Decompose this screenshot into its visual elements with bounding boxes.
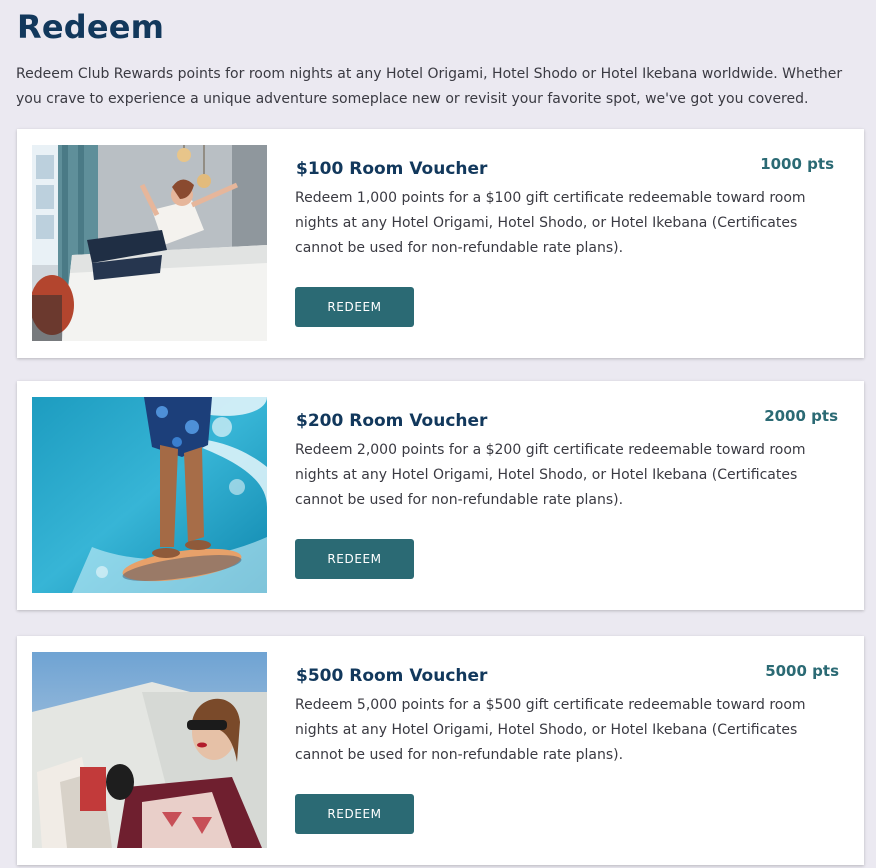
reward-card-100: $100 Room Voucher 1000 pts Redeem 1,000 … [17,129,864,358]
redeem-button[interactable]: REDEEM [295,794,414,834]
page-title: Redeem [17,8,165,46]
reward-card-200: $200 Room Voucher 2000 pts Redeem 2,000 … [17,381,864,610]
shopping-photo [32,652,267,848]
points-cost: 2000 pts [764,407,838,425]
reward-description: Redeem 2,000 points for a $200 gift cert… [295,442,806,508]
redeem-button[interactable]: REDEEM [295,287,414,327]
reward-title: $100 Room Voucher [296,159,488,179]
redeem-button[interactable]: REDEEM [295,539,414,579]
points-cost: 1000 pts [760,155,834,173]
surfer-photo [32,397,267,593]
points-cost: 5000 pts [765,662,839,680]
reward-title: $200 Room Voucher [296,411,488,431]
reward-card-500: $500 Room Voucher 5000 pts Redeem 5,000 … [17,636,864,865]
reward-description: Redeem 1,000 points for a $100 gift cert… [295,190,806,256]
reward-description: Redeem 5,000 points for a $500 gift cert… [295,697,806,763]
reward-title: $500 Room Voucher [296,666,488,686]
hotel-bed-photo [32,145,267,341]
page-intro: Redeem Club Rewards points for room nigh… [16,66,843,107]
